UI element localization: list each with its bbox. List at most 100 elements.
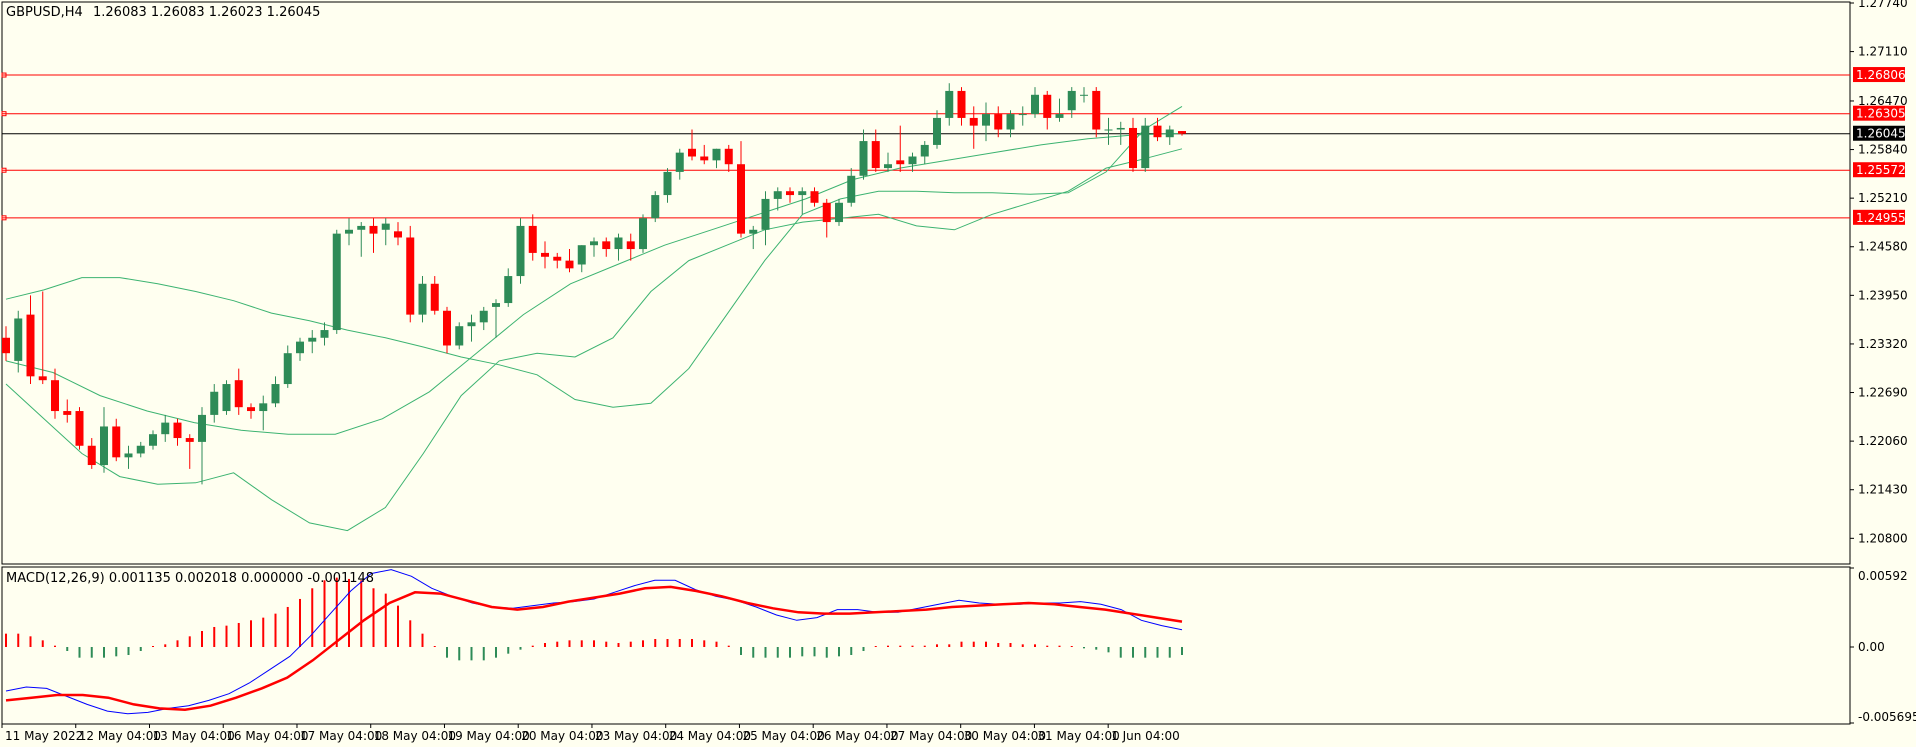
candle-body bbox=[296, 341, 304, 354]
candle bbox=[933, 110, 941, 149]
candle bbox=[541, 241, 549, 269]
time-tick-label: 11 May 2022 bbox=[5, 729, 83, 743]
candle-body bbox=[394, 231, 402, 238]
candle-body bbox=[198, 414, 206, 442]
candle-body bbox=[2, 337, 10, 354]
candle-body bbox=[38, 376, 47, 381]
candle-body bbox=[308, 337, 317, 342]
candle-body bbox=[773, 191, 782, 199]
candle bbox=[443, 306, 451, 354]
time-tick-label: 24 May 04:00 bbox=[669, 729, 751, 743]
candle bbox=[504, 268, 513, 307]
candle-body bbox=[63, 411, 72, 415]
candle bbox=[173, 418, 182, 446]
price-tick-label: 1.25840 bbox=[1858, 143, 1908, 157]
candle-body bbox=[602, 241, 611, 250]
candle-body bbox=[688, 148, 696, 157]
time-tick-label: 26 May 04:00 bbox=[816, 729, 898, 743]
macd-tick-label: 0.00592 bbox=[1858, 569, 1908, 583]
candle bbox=[516, 218, 525, 284]
candle bbox=[406, 225, 415, 323]
candle bbox=[994, 106, 1003, 138]
candle bbox=[1092, 87, 1101, 138]
candle-body bbox=[75, 411, 84, 446]
candle-body bbox=[430, 283, 439, 311]
candle bbox=[479, 306, 488, 331]
candle bbox=[982, 102, 990, 142]
candle bbox=[908, 152, 917, 172]
candle-body bbox=[467, 322, 476, 327]
candle bbox=[161, 414, 170, 442]
time-tick-label: 13 May 04:00 bbox=[152, 729, 234, 743]
candle bbox=[884, 152, 892, 172]
candle-body bbox=[712, 148, 721, 161]
candle bbox=[614, 233, 623, 261]
candle bbox=[810, 187, 819, 207]
candle-body bbox=[1153, 125, 1162, 138]
candle-body bbox=[1092, 90, 1101, 130]
bollinger-middle-band bbox=[5, 132, 1183, 435]
candle bbox=[149, 430, 157, 450]
candle-body bbox=[100, 426, 108, 466]
time-tick-label: 18 May 04:00 bbox=[374, 729, 456, 743]
time-tick-label: 19 May 04:00 bbox=[447, 729, 529, 743]
candle-body bbox=[884, 164, 892, 169]
time-tick-label: 1 Jun 04:00 bbox=[1111, 729, 1180, 743]
candle-body bbox=[320, 330, 329, 338]
candle bbox=[492, 299, 500, 338]
macd-label: MACD(12,26,9) 0.001135 0.002018 0.000000… bbox=[6, 571, 374, 586]
candle bbox=[847, 168, 856, 207]
price-tick-label: 1.23950 bbox=[1858, 288, 1908, 302]
candle-body bbox=[1104, 129, 1113, 131]
time-tick-label: 20 May 04:00 bbox=[521, 729, 603, 743]
candle-body bbox=[259, 403, 268, 412]
candle bbox=[822, 198, 831, 238]
candle-body bbox=[210, 391, 219, 415]
current-price-tag: 1.26045 bbox=[1856, 127, 1906, 141]
time-tick-label: 30 May 04:00 bbox=[964, 729, 1046, 743]
candle bbox=[112, 418, 121, 462]
candle-body bbox=[504, 276, 513, 304]
price-tick-label: 1.21430 bbox=[1858, 483, 1908, 497]
candles bbox=[2, 83, 1186, 485]
candle-body bbox=[1006, 114, 1015, 130]
candle-body bbox=[418, 283, 427, 315]
candle-body bbox=[26, 314, 35, 377]
candle bbox=[786, 187, 794, 203]
price-tick-label: 1.23320 bbox=[1858, 337, 1908, 351]
candle-body bbox=[222, 384, 231, 412]
candle bbox=[467, 314, 476, 342]
candle-body bbox=[737, 164, 745, 234]
candle-body bbox=[406, 237, 415, 315]
candle-body bbox=[553, 256, 562, 261]
candle-body bbox=[332, 233, 341, 331]
candle bbox=[712, 148, 721, 169]
candle bbox=[308, 330, 317, 354]
candle-body bbox=[590, 241, 598, 246]
candle-body bbox=[136, 445, 145, 454]
time-tick-label: 31 May 04:00 bbox=[1037, 729, 1119, 743]
candle-body bbox=[945, 90, 954, 118]
candle-body bbox=[859, 141, 868, 176]
candle bbox=[749, 225, 758, 250]
candle-body bbox=[247, 407, 255, 412]
candle-body bbox=[455, 326, 464, 346]
candle-body bbox=[761, 198, 770, 230]
candle bbox=[590, 237, 598, 257]
candle bbox=[222, 380, 231, 415]
candle-body bbox=[957, 90, 966, 118]
candle-body bbox=[528, 225, 537, 253]
candle bbox=[528, 214, 537, 261]
candle-body bbox=[369, 225, 378, 234]
candle-body bbox=[675, 152, 684, 172]
candle-body bbox=[345, 229, 353, 234]
level-price-tag: 1.25572 bbox=[1856, 163, 1906, 177]
candle-body bbox=[626, 241, 635, 250]
macd-axis: 0.00592 0.00 -0.005695 bbox=[1850, 567, 1916, 724]
candle-body bbox=[516, 225, 525, 277]
candle-body bbox=[933, 117, 941, 145]
time-tick-label: 25 May 04:00 bbox=[742, 729, 824, 743]
candle bbox=[394, 222, 402, 246]
candle bbox=[565, 249, 574, 273]
time-axis: 11 May 202212 May 04:0013 May 04:0016 Ma… bbox=[1, 724, 1180, 743]
